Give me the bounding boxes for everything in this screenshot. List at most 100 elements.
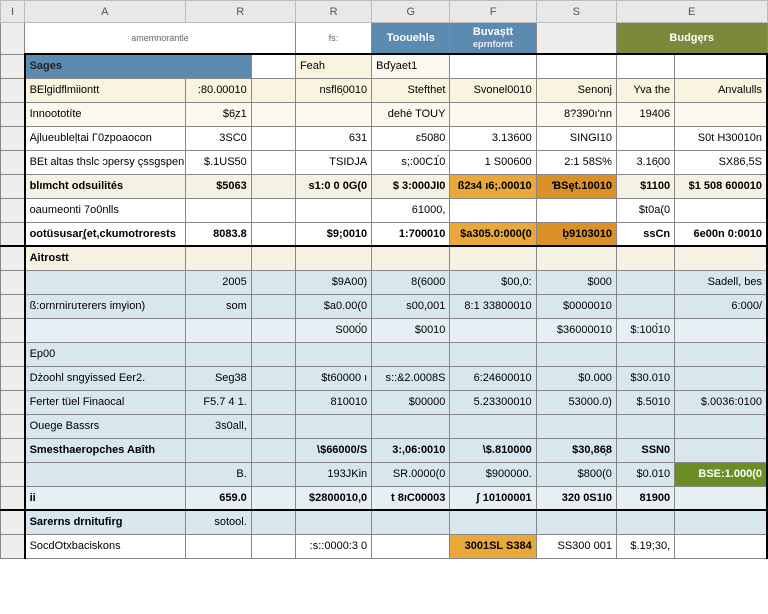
cell-e2[interactable]: 6:000/: [675, 294, 767, 318]
col-hdr[interactable]: S: [536, 1, 616, 23]
cell-g[interactable]: [372, 510, 450, 534]
cell-f[interactable]: ß2з4 ı6;.00010: [450, 174, 536, 198]
cell-s[interactable]: $0000010: [536, 294, 616, 318]
cell-s[interactable]: 320 0S1I0: [536, 486, 616, 510]
cell-e1[interactable]: [616, 294, 674, 318]
cell-narrow[interactable]: [251, 150, 295, 174]
cell-c[interactable]: F5.7 4 1.: [185, 390, 251, 414]
cell-g[interactable]: SR.0000(0: [372, 462, 450, 486]
cell-f[interactable]: 3.13600: [450, 126, 536, 150]
cell-e2[interactable]: [675, 486, 767, 510]
cell-e2[interactable]: [675, 534, 767, 558]
cell-s[interactable]: [536, 510, 616, 534]
cell-r[interactable]: S000́0: [295, 318, 371, 342]
cell-f[interactable]: [450, 342, 536, 366]
cell-e1[interactable]: $.19;30,: [616, 534, 674, 558]
cell-r[interactable]: $t60000 ı: [295, 366, 371, 390]
cell-c[interactable]: [185, 246, 251, 270]
cell-r[interactable]: 631: [295, 126, 371, 150]
row-label[interactable]: Smesthaeropches Aвîth: [25, 438, 186, 462]
cell-g[interactable]: 8(6000: [372, 270, 450, 294]
cell-narrow[interactable]: [251, 318, 295, 342]
cell-r[interactable]: [295, 198, 371, 222]
cell-g[interactable]: s;:00C1́0: [372, 150, 450, 174]
cell-r[interactable]: :s::0000:3 0: [295, 534, 371, 558]
cell-e2[interactable]: SX86,5S: [675, 150, 767, 174]
cell-s[interactable]: $800(0: [536, 462, 616, 486]
cell-s[interactable]: 8?390ı'nn: [536, 102, 616, 126]
cell-e1[interactable]: [616, 414, 674, 438]
cell-g[interactable]: [372, 342, 450, 366]
cell-narrow[interactable]: [251, 174, 295, 198]
cell-c[interactable]: som: [185, 294, 251, 318]
cell-f[interactable]: \$.810000: [450, 438, 536, 462]
cell-c[interactable]: :80.00010: [185, 78, 251, 102]
cell-e2[interactable]: [675, 414, 767, 438]
cell-r[interactable]: [295, 414, 371, 438]
cell-r[interactable]: s1:0 0 0G(0: [295, 174, 371, 198]
cell-f[interactable]: ʃ 10100001: [450, 486, 536, 510]
cell-narrow[interactable]: [251, 342, 295, 366]
row-label[interactable]: [25, 270, 186, 294]
cell-r[interactable]: [295, 510, 371, 534]
cell-e1[interactable]: [616, 342, 674, 366]
cell-c[interactable]: [185, 318, 251, 342]
cell-r[interactable]: nsfl6̦0010: [295, 78, 371, 102]
cell-f[interactable]: $900000.: [450, 462, 536, 486]
cell-c[interactable]: $.1US50: [185, 150, 251, 174]
cell-narrow[interactable]: [251, 270, 295, 294]
cell-narrow[interactable]: [251, 510, 295, 534]
cell-r[interactable]: $9;0010: [295, 222, 371, 246]
row-label[interactable]: Ajlueubleļtai Γ0zpoaocon: [25, 126, 186, 150]
cell-c[interactable]: B.: [185, 462, 251, 486]
cell-g[interactable]: $0010: [372, 318, 450, 342]
cell-e2[interactable]: [675, 366, 767, 390]
row-label[interactable]: ii: [25, 486, 186, 510]
cell-s[interactable]: $000: [536, 270, 616, 294]
col-hdr[interactable]: F: [450, 1, 536, 23]
cell-narrow[interactable]: [251, 390, 295, 414]
cell-narrow[interactable]: [251, 78, 295, 102]
cell-c[interactable]: 3SC0: [185, 126, 251, 150]
cell-g[interactable]: $ 3:000JI0: [372, 174, 450, 198]
cell-f[interactable]: [450, 318, 536, 342]
cell-c[interactable]: 2005: [185, 270, 251, 294]
cell-e1[interactable]: SSN0: [616, 438, 674, 462]
cell-e1[interactable]: $t0a(0: [616, 198, 674, 222]
cell-c[interactable]: Seg38: [185, 366, 251, 390]
cell-c[interactable]: [185, 342, 251, 366]
cell-e2[interactable]: Sadell, bes: [675, 270, 767, 294]
cell-narrow[interactable]: [251, 126, 295, 150]
row-label[interactable]: Sarerns drnitufirg: [25, 510, 186, 534]
cell-e2[interactable]: [675, 510, 767, 534]
col-hdr[interactable]: E: [616, 1, 767, 23]
cell-e1[interactable]: [616, 246, 674, 270]
col-hdr[interactable]: I: [1, 1, 25, 23]
col-hdr[interactable]: R: [295, 1, 371, 23]
cell-f[interactable]: 6:24600010: [450, 366, 536, 390]
cell-c[interactable]: [185, 534, 251, 558]
cell-s[interactable]: ḅ9103010: [536, 222, 616, 246]
row-label[interactable]: Ep00: [25, 342, 186, 366]
cell-r[interactable]: 193JKin: [295, 462, 371, 486]
cell-s[interactable]: [536, 198, 616, 222]
cell-e2[interactable]: $.0036:0100: [675, 390, 767, 414]
row-label[interactable]: [25, 462, 186, 486]
cell-r[interactable]: \$66000/S: [295, 438, 371, 462]
cell-narrow[interactable]: [251, 534, 295, 558]
cell-s[interactable]: [536, 246, 616, 270]
cell-r[interactable]: 810010: [295, 390, 371, 414]
row-label[interactable]: ootüsusaг̦(et,ckumotrorests: [25, 222, 186, 246]
cell-narrow[interactable]: [251, 294, 295, 318]
cell-f[interactable]: 8:1 33800010: [450, 294, 536, 318]
cell-r[interactable]: $a0.00(0: [295, 294, 371, 318]
col-hdr[interactable]: G: [372, 1, 450, 23]
cell-e1[interactable]: 81900: [616, 486, 674, 510]
cell-g[interactable]: s00,001: [372, 294, 450, 318]
cell-f[interactable]: Svonel0010: [450, 78, 536, 102]
cell-narrow[interactable]: [251, 462, 295, 486]
cell-g[interactable]: Stefthet: [372, 78, 450, 102]
cell-s[interactable]: SINGI10: [536, 126, 616, 150]
cell-c[interactable]: sotool.: [185, 510, 251, 534]
cell-e1[interactable]: $1100: [616, 174, 674, 198]
